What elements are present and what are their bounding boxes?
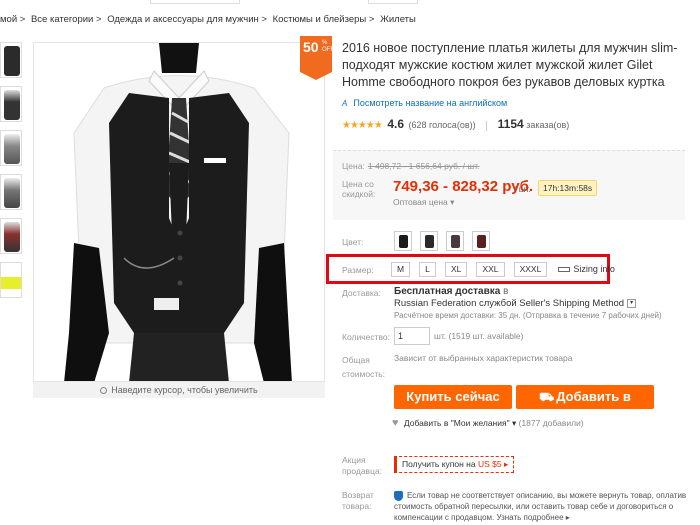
header-tab[interactable] [368,0,418,4]
wishlist-count: (1877 добавили) [518,418,584,428]
votes-count[interactable]: (628 голоса(ов)) [409,120,476,130]
delivery-estimate: Расчётное время доставки: 35 дн. (Отправ… [394,311,662,320]
product-title: 2016 новое поступление платья жилеты для… [342,41,678,89]
price-box: Цена: 1 498,72 - 1 656,64 руб. / шт. Цен… [333,150,685,220]
header-tab[interactable] [150,0,240,4]
size-option[interactable]: XXXL [513,262,548,277]
price-unit: / шт. [514,184,531,194]
breadcrumb-item[interactable]: Костюмы и блейзеры > [273,14,375,25]
vest-mannequin-image [34,43,324,381]
wishlist-row: ♥ Добавить в "Мои желания" ▾ (1877 добав… [392,417,584,429]
size-option[interactable]: XL [444,262,468,277]
thumbnail[interactable] [0,86,22,122]
cart-icon: ⛟ [539,390,555,404]
shield-icon [394,490,403,501]
color-label: Цвет: [342,237,364,247]
coupon-text: Получить купон на [402,459,476,469]
shipping-method-text[interactable]: Russian Federation службой Seller's Ship… [394,298,624,309]
top-strip [0,0,700,6]
sizing-info-text[interactable]: Sizing info [573,264,615,274]
coupon-amount: US $5 ▸ [477,459,509,469]
thumbnail[interactable] [0,262,22,298]
color-swatch[interactable] [394,231,412,251]
free-shipping: Бесплатная доставка в [394,286,508,297]
thumbnail[interactable] [0,130,22,166]
shipping-label: Доставка: [342,288,381,298]
discount-price: 749,36 - 828,32 руб. [393,178,533,195]
add-to-cart-button[interactable]: ⛟ Добавить в корзину [516,385,654,428]
magnifier-icon [100,387,108,394]
discount-price-label: Цена со скидкой: [342,179,376,199]
promo-label: Акция продавца: [342,455,383,476]
divider [486,120,488,131]
size-label: Размер: [342,265,374,275]
breadcrumb-item[interactable]: мой > [0,14,25,25]
size-option[interactable]: M [391,262,411,277]
breadcrumb-item[interactable]: Все категории > [31,14,102,25]
size-option[interactable]: XXL [476,262,505,277]
shipping-method[interactable]: Russian Federation службой Seller's Ship… [394,298,637,309]
shipping-preposition: в [503,286,509,297]
star-rating-icon: ★★★★★ [342,120,383,131]
returns-label: Возврат товара: [342,490,374,511]
orders-label: заказа(ов) [526,120,570,130]
discount-badge: 50 % OFF [300,36,334,80]
size-option[interactable]: L [419,262,436,277]
add-to-wishlist-link[interactable]: Добавить в "Мои желания" ▾ [404,418,516,428]
dropdown-icon[interactable]: ▾ [627,298,637,308]
buy-now-button[interactable]: Купить сейчас [394,385,512,409]
returns-info: Если товар не соответствует описанию, вы… [394,490,694,523]
discount-off-label: % OFF [322,40,334,53]
translate-icon: A [342,99,348,108]
translate-link[interactable]: A Посмотреть название на английском [342,98,507,108]
zoom-hint: Наведите курсор, чтобы увеличить [33,382,325,398]
returns-text: Если товар не соответствует описанию, вы… [394,491,687,522]
countdown-timer: 17h:13m:58s [538,180,598,196]
thumbnail[interactable] [0,42,22,78]
thumbnail-strip [0,42,22,306]
color-swatch[interactable] [420,231,439,251]
breadcrumb: мой > Все категории > Одежда и аксессуар… [0,14,419,25]
discount-percent: 50 [303,39,319,55]
price-label: Цена: [342,161,365,171]
breadcrumb-item[interactable]: Одежда и аксессуары для мужчин > [107,14,267,25]
color-swatches [394,231,495,254]
rating-row: ★★★★★ 4.6 (628 голоса(ов)) 1154 заказа(о… [342,117,569,131]
translate-link-text[interactable]: Посмотреть название на английском [353,98,507,108]
rating-score: 4.6 [387,117,405,131]
zoom-hint-text: Наведите курсор, чтобы увеличить [111,385,258,395]
heart-icon[interactable]: ♥ [392,417,399,429]
old-price: 1 498,72 - 1 656,64 руб. / шт. [368,161,480,171]
quantity-available: шт. (1519 шт. available) [434,331,524,341]
ruler-icon [558,267,571,273]
total-value: Зависит от выбранных характеристик товар… [394,353,573,363]
orders-count: 1154 [497,117,524,131]
thumbnail[interactable] [0,174,22,210]
quantity-input[interactable]: 1 [394,327,430,345]
color-swatch[interactable] [472,231,491,251]
color-swatch[interactable] [446,231,465,251]
free-shipping-text: Бесплатная доставка [394,286,501,297]
total-label: Общая стоимость: [342,355,386,379]
quantity-label: Количество: [342,332,391,342]
breadcrumb-item[interactable]: Жилеты [380,14,416,25]
size-options: M L XL XXL XXXL Sizing info [391,262,615,277]
thumbnail[interactable] [0,218,22,254]
sizing-info-link[interactable]: Sizing info [558,264,615,274]
product-image[interactable] [33,42,325,382]
wholesale-price-toggle[interactable]: Оптовая цена ▾ [393,197,454,208]
coupon-button[interactable]: Получить купон на US $5 ▸ [394,456,515,473]
